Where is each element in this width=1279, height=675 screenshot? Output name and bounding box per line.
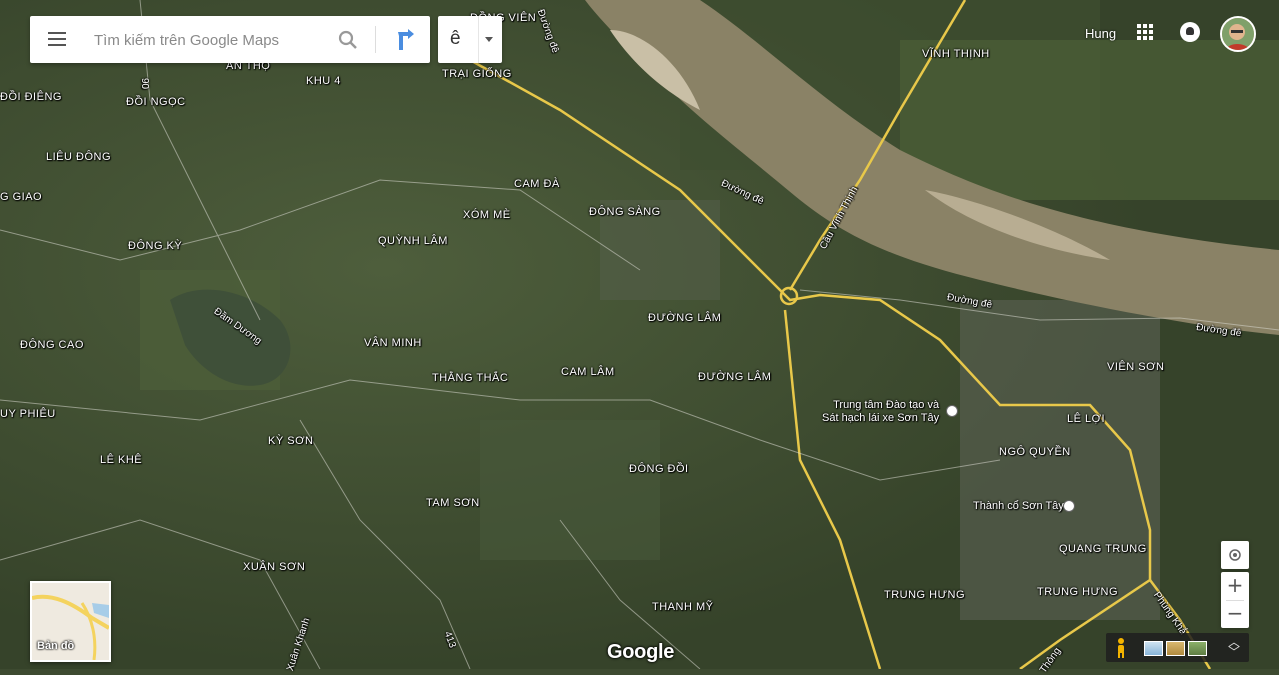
- school-poi-icon[interactable]: [946, 405, 958, 417]
- map-label: XUÂN SƠN: [243, 561, 306, 573]
- map-label: ĐÔNG CAO: [20, 339, 84, 351]
- map-label: ĐƯỜNG LÂM: [648, 312, 722, 324]
- my-location-button[interactable]: [1221, 541, 1249, 569]
- magnifier-icon[interactable]: [335, 28, 361, 52]
- road-number-label: 90: [139, 78, 150, 90]
- map-label: LÊ KHÊ: [100, 454, 143, 466]
- urban-area: [960, 300, 1160, 620]
- map-label: TRUNG HƯNG: [884, 589, 966, 601]
- input-tools-box: ê: [438, 16, 502, 63]
- map-label: QUỲNH LÂM: [378, 235, 448, 247]
- directions-arrow-icon[interactable]: [388, 26, 418, 53]
- farmland-patch: [480, 420, 660, 560]
- map-label: G GIAO: [0, 191, 43, 203]
- zoom-out-button[interactable]: −: [1221, 600, 1249, 628]
- minimap-label: Bản đồ: [37, 640, 75, 652]
- map-label: ĐỒI ĐIÊNG: [0, 91, 62, 103]
- my-location-icon: [1229, 549, 1241, 561]
- map-label: TRẠI GIỐNG: [442, 68, 512, 80]
- input-tools-button[interactable]: ê: [450, 28, 461, 50]
- poi-label-line: Sát hạch lái xe Sơn Tây: [822, 412, 940, 424]
- map-label: UY PHIÊU: [0, 408, 56, 420]
- map-label: VIÊN SƠN: [1107, 361, 1165, 373]
- imagery-thumbnail[interactable]: [1188, 641, 1207, 656]
- map-label: ĐÔNG SÀNG: [589, 206, 661, 218]
- expand-icon[interactable]: ︿ ﹀: [1226, 636, 1242, 658]
- zoom-control: + −: [1221, 572, 1249, 628]
- pegman-icon[interactable]: [1114, 637, 1128, 659]
- map-label: LÊ LỢI: [1067, 413, 1106, 425]
- map-label: ĐÔNG ĐỒI: [629, 463, 689, 475]
- map-label: KỲ SƠN: [268, 435, 314, 447]
- map-label: KHU 4: [306, 75, 341, 87]
- search-divider: [375, 26, 376, 53]
- map-label: VÂN MINH: [364, 337, 422, 349]
- search-input[interactable]: [92, 28, 326, 52]
- map-type-toggle[interactable]: Bản đồ: [30, 581, 111, 662]
- map-label: CAM ĐÀ: [514, 178, 560, 190]
- avatar-image: [1222, 18, 1254, 50]
- poi-training-center[interactable]: Trung tâm Đào tạo và Sát hạch lái xe Sơn…: [822, 399, 939, 425]
- map-label: ĐƯỜNG LÂM: [698, 371, 772, 383]
- caret-down-icon[interactable]: [485, 37, 493, 42]
- zoom-in-button[interactable]: +: [1221, 572, 1249, 600]
- map-label: ĐÔNG KỲ: [128, 240, 183, 252]
- map-label: XÓM MÈ: [463, 209, 511, 221]
- landmark-poi-icon[interactable]: [1063, 500, 1075, 512]
- avatar[interactable]: [1220, 16, 1256, 52]
- imagery-thumbnail[interactable]: [1166, 641, 1185, 656]
- map-label: CAM LÂM: [561, 366, 615, 378]
- user-name-link[interactable]: Hung: [1085, 26, 1116, 41]
- search-box: [30, 16, 430, 63]
- poi-label-line: Trung tâm Đào tạo và: [833, 399, 940, 411]
- farmland-patch: [900, 40, 1279, 200]
- map-label: LIÊU ĐÔNG: [46, 151, 112, 163]
- google-logo: Google: [607, 641, 675, 663]
- map-label: NGÔ QUYỀN: [999, 446, 1071, 458]
- map-label: THANH MỸ: [652, 601, 714, 613]
- hamburger-menu-icon[interactable]: [48, 32, 66, 46]
- map-label: VĨNH THỊNH: [922, 48, 990, 60]
- map-label: TAM SƠN: [426, 497, 480, 509]
- map-label: THẰNG THẮC: [432, 372, 509, 384]
- map-label: TRUNG HƯNG: [1037, 586, 1119, 598]
- input-tools-divider: [478, 16, 479, 63]
- map-label: ĐỒI NGỌC: [126, 96, 186, 108]
- notifications-icon[interactable]: [1180, 22, 1200, 42]
- satellite-map[interactable]: [0, 0, 1279, 669]
- imagery-thumbnail[interactable]: [1144, 641, 1163, 656]
- map-label: QUANG TRUNG: [1059, 543, 1147, 555]
- poi-thanh-co[interactable]: Thành cổ Sơn Tây: [973, 500, 1064, 513]
- apps-grid-icon[interactable]: [1137, 24, 1153, 40]
- imagery-bar: ︿ ﹀: [1106, 633, 1249, 662]
